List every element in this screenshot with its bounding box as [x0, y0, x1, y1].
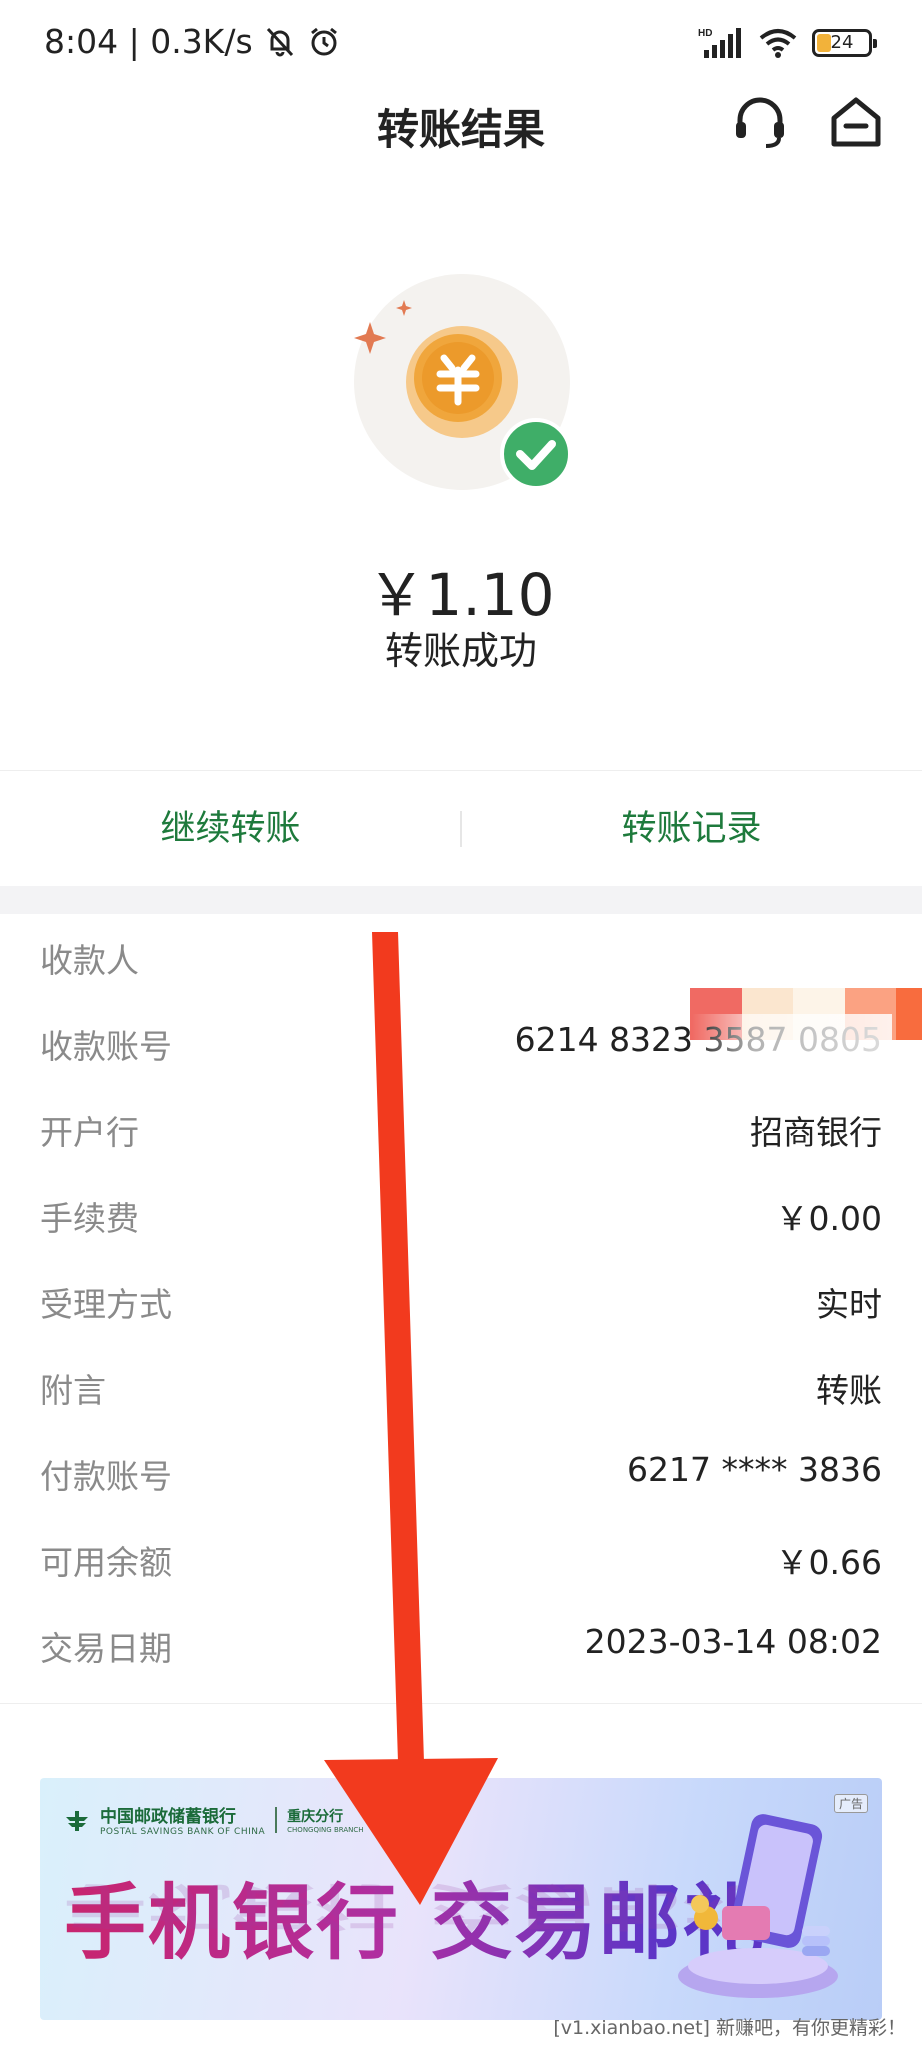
phone-illustration-icon: [678, 1814, 838, 1998]
detail-row-fee: 手续费 ￥0.00: [0, 1172, 922, 1258]
detail-value: 6214 8323 3587 0805: [515, 1014, 892, 1064]
logo-separator: [275, 1806, 278, 1833]
bank-name-en: POSTAL SAVINGS BANK OF CHINA: [100, 1827, 266, 1837]
detail-value: 实时: [816, 1285, 882, 1324]
detail-label: 交易日期: [40, 1629, 172, 1668]
detail-value: 招商银行: [750, 1113, 882, 1152]
watermark: [v1.xianbao.net] 新赚吧，有你更精彩！: [553, 2017, 906, 2039]
detail-value: 2023-03-14 08:02: [584, 1622, 882, 1661]
battery-level: 24: [830, 32, 854, 53]
detail-label: 附言: [40, 1371, 106, 1410]
signal-icon: HD: [698, 28, 741, 58]
detail-label: 可用余额: [40, 1543, 172, 1582]
continue-transfer-button[interactable]: 继续转账: [0, 771, 461, 887]
home-icon: [831, 97, 881, 147]
transfer-details: 收款人 收款账号 6214 8323 3587 0805 开户行 招商银行 手续…: [0, 914, 922, 1704]
detail-row-date: 交易日期 2023-03-14 08:02: [0, 1602, 922, 1688]
detail-label: 收款人: [40, 941, 139, 980]
status-right: HD 24: [698, 26, 877, 60]
svg-text:HD: HD: [698, 28, 712, 39]
account-blur-overlay: [692, 1014, 892, 1064]
home-button[interactable]: [826, 92, 886, 152]
headset-icon: [736, 97, 784, 148]
detail-value: 转账: [816, 1371, 882, 1410]
detail-row-payer-account: 付款账号 6217 **** 3836: [0, 1430, 922, 1516]
detail-label: 开户行: [40, 1113, 139, 1152]
detail-row-mode: 受理方式 实时: [0, 1258, 922, 1344]
postal-bank-logo-icon: [66, 1810, 88, 1831]
battery-icon: 24: [812, 29, 877, 57]
detail-row-bank: 开户行 招商银行: [0, 1086, 922, 1172]
detail-label: 收款账号: [40, 1027, 172, 1066]
transfer-status: 转账成功: [384, 629, 537, 673]
branch-name: 重庆分行: [287, 1808, 344, 1825]
detail-value: ￥0.00: [775, 1199, 882, 1238]
detail-value: 6217 **** 3836: [627, 1450, 882, 1489]
mute-bell-icon: [266, 27, 293, 56]
section-divider: [0, 886, 922, 914]
transfer-records-button[interactable]: 转账记录: [461, 771, 922, 887]
bank-logo: 中国邮政储蓄银行 POSTAL SAVINGS BANK OF CHINA 重庆…: [64, 1802, 364, 1837]
customer-service-button[interactable]: [730, 92, 790, 152]
status-left: 8:04 | 0.3K/s: [44, 22, 341, 61]
detail-label: 手续费: [40, 1199, 139, 1238]
detail-value: ￥0.66: [775, 1543, 882, 1582]
bank-name: 中国邮政储蓄银行: [100, 1807, 236, 1827]
branch-name-en: CHONGQING BRANCH: [287, 1825, 364, 1834]
action-row: 继续转账 转账记录: [0, 770, 922, 886]
detail-row-memo: 附言 转账: [0, 1344, 922, 1430]
status-bar: 8:04 | 0.3K/s HD 24: [0, 0, 922, 88]
detail-row-balance: 可用余额 ￥0.66: [0, 1516, 922, 1602]
wifi-icon: [759, 29, 797, 58]
promo-banner[interactable]: 中国邮政储蓄银行 POSTAL SAVINGS BANK OF CHINA 重庆…: [40, 1778, 882, 2020]
status-time-speed: 8:04 | 0.3K/s: [44, 22, 253, 61]
header: 转账结果: [0, 88, 922, 162]
detail-row-payee-account: 收款账号 6214 8323 3587 0805: [0, 1000, 922, 1086]
alarm-icon: [310, 27, 337, 55]
coin-success-icon: [352, 272, 572, 492]
detail-label: 受理方式: [40, 1285, 172, 1324]
detail-label: 付款账号: [40, 1457, 172, 1496]
